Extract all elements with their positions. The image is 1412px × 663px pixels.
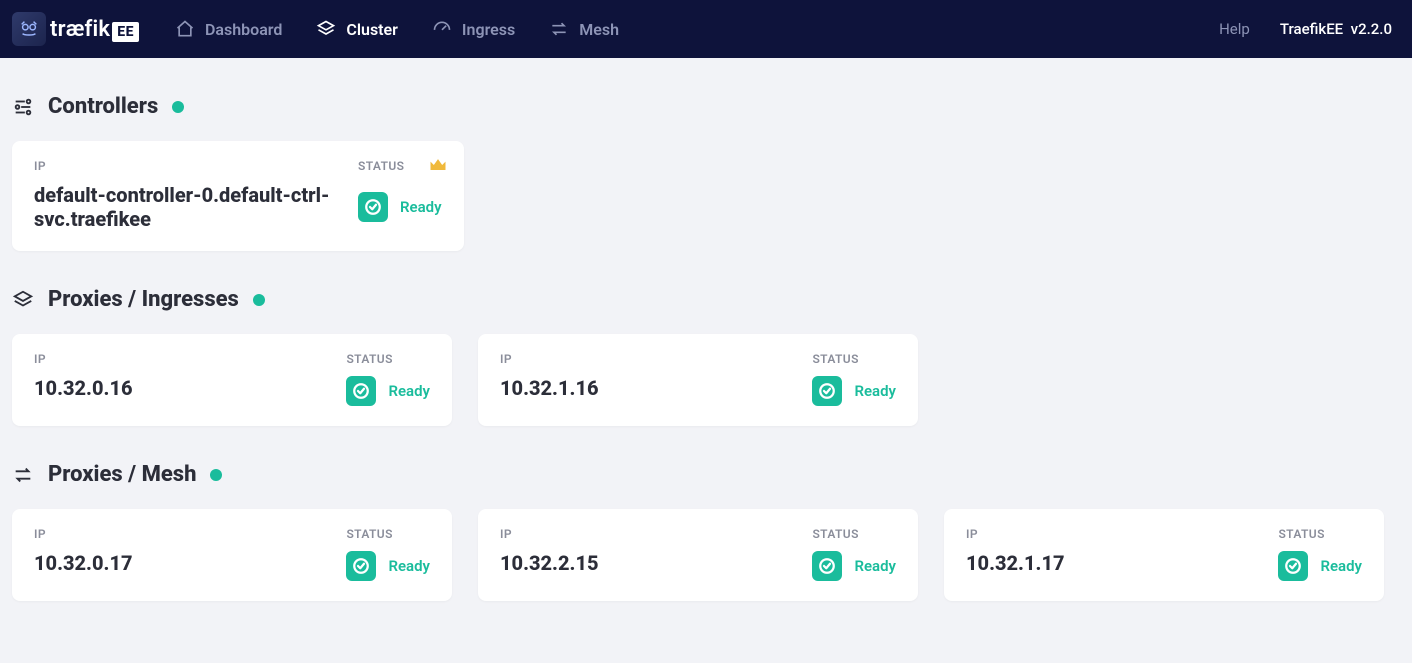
product-version: TraefikEE v2.2.0 (1280, 20, 1392, 38)
proxy-status: Ready (346, 376, 430, 406)
crown-icon (428, 155, 448, 179)
sliders-icon (12, 96, 34, 118)
swap-icon (549, 19, 569, 39)
home-icon (175, 19, 195, 39)
status-dot-icon (253, 294, 265, 306)
ip-label: IP (34, 527, 332, 541)
section-proxies-mesh-label: Proxies / Mesh (48, 462, 196, 487)
proxy-ip: 10.32.1.16 (500, 376, 798, 406)
controller-ip: default-controller-0.default-ctrl-svc.tr… (34, 183, 344, 231)
section-controllers-label: Controllers (48, 94, 158, 119)
proxy-status: Ready (812, 376, 896, 406)
layers-icon (12, 289, 34, 311)
check-icon (812, 376, 842, 406)
status-text: Ready (1320, 557, 1362, 575)
gauge-icon (432, 19, 452, 39)
nav-dashboard[interactable]: Dashboard (175, 19, 282, 39)
swap-icon (12, 464, 34, 486)
nav-cluster-label: Cluster (346, 20, 398, 39)
brand-logo[interactable]: træfikEE (12, 12, 139, 46)
brand-suffix: EE (112, 22, 139, 42)
check-icon (346, 376, 376, 406)
controller-status: Ready (358, 183, 442, 231)
proxies-ingresses-row: IP STATUS 10.32.0.16 Ready IP STATUS 10.… (12, 334, 1400, 426)
nav-cluster[interactable]: Cluster (316, 19, 398, 39)
proxy-card[interactable]: IP STATUS 10.32.1.17 Ready (944, 509, 1384, 601)
status-label: STATUS (1278, 527, 1362, 541)
nav-mesh[interactable]: Mesh (549, 19, 619, 39)
proxy-card[interactable]: IP STATUS 10.32.0.16 Ready (12, 334, 452, 426)
proxy-status: Ready (812, 551, 896, 581)
proxy-card[interactable]: IP STATUS 10.32.2.15 Ready (478, 509, 918, 601)
ip-label: IP (966, 527, 1264, 541)
status-text: Ready (854, 382, 896, 400)
status-text: Ready (400, 198, 442, 216)
check-icon (812, 551, 842, 581)
status-text: Ready (854, 557, 896, 575)
brand-name: træfikEE (50, 17, 139, 42)
proxy-card[interactable]: IP STATUS 10.32.0.17 Ready (12, 509, 452, 601)
help-link[interactable]: Help (1219, 20, 1250, 38)
controllers-row: IP STATUS default-controller-0.default-c… (12, 141, 1400, 251)
primary-nav: Dashboard Cluster Ingress Mesh (175, 19, 619, 39)
status-label: STATUS (346, 527, 430, 541)
proxy-ip: 10.32.0.16 (34, 376, 332, 406)
check-icon (358, 192, 388, 222)
proxy-card[interactable]: IP STATUS 10.32.1.16 Ready (478, 334, 918, 426)
section-proxies-ingresses-label: Proxies / Ingresses (48, 287, 239, 312)
proxy-status: Ready (346, 551, 430, 581)
status-label: STATUS (812, 527, 896, 541)
mascot-icon (12, 12, 46, 46)
section-title-proxies-ingresses: Proxies / Ingresses (12, 287, 1400, 312)
ip-label: IP (500, 352, 798, 366)
status-text: Ready (388, 382, 430, 400)
proxy-ip: 10.32.2.15 (500, 551, 798, 581)
status-label: STATUS (346, 352, 430, 366)
status-text: Ready (388, 557, 430, 575)
status-dot-icon (210, 469, 222, 481)
nav-dashboard-label: Dashboard (205, 20, 282, 39)
proxy-status: Ready (1278, 551, 1362, 581)
ip-label: IP (34, 159, 344, 173)
navbar: træfikEE Dashboard Cluster Ingress Me (0, 0, 1412, 58)
proxies-mesh-row: IP STATUS 10.32.0.17 Ready IP STATUS 10.… (12, 509, 1400, 601)
check-icon (1278, 551, 1308, 581)
section-title-proxies-mesh: Proxies / Mesh (12, 462, 1400, 487)
nav-ingress[interactable]: Ingress (432, 19, 515, 39)
nav-ingress-label: Ingress (462, 20, 515, 39)
status-dot-icon (172, 101, 184, 113)
check-icon (346, 551, 376, 581)
proxy-ip: 10.32.0.17 (34, 551, 332, 581)
layers-icon (316, 19, 336, 39)
proxy-ip: 10.32.1.17 (966, 551, 1264, 581)
status-label: STATUS (812, 352, 896, 366)
page-content: Controllers IP STATUS default-controller… (0, 58, 1412, 657)
nav-mesh-label: Mesh (579, 20, 619, 39)
controller-card[interactable]: IP STATUS default-controller-0.default-c… (12, 141, 464, 251)
ip-label: IP (34, 352, 332, 366)
section-title-controllers: Controllers (12, 94, 1400, 119)
ip-label: IP (500, 527, 798, 541)
